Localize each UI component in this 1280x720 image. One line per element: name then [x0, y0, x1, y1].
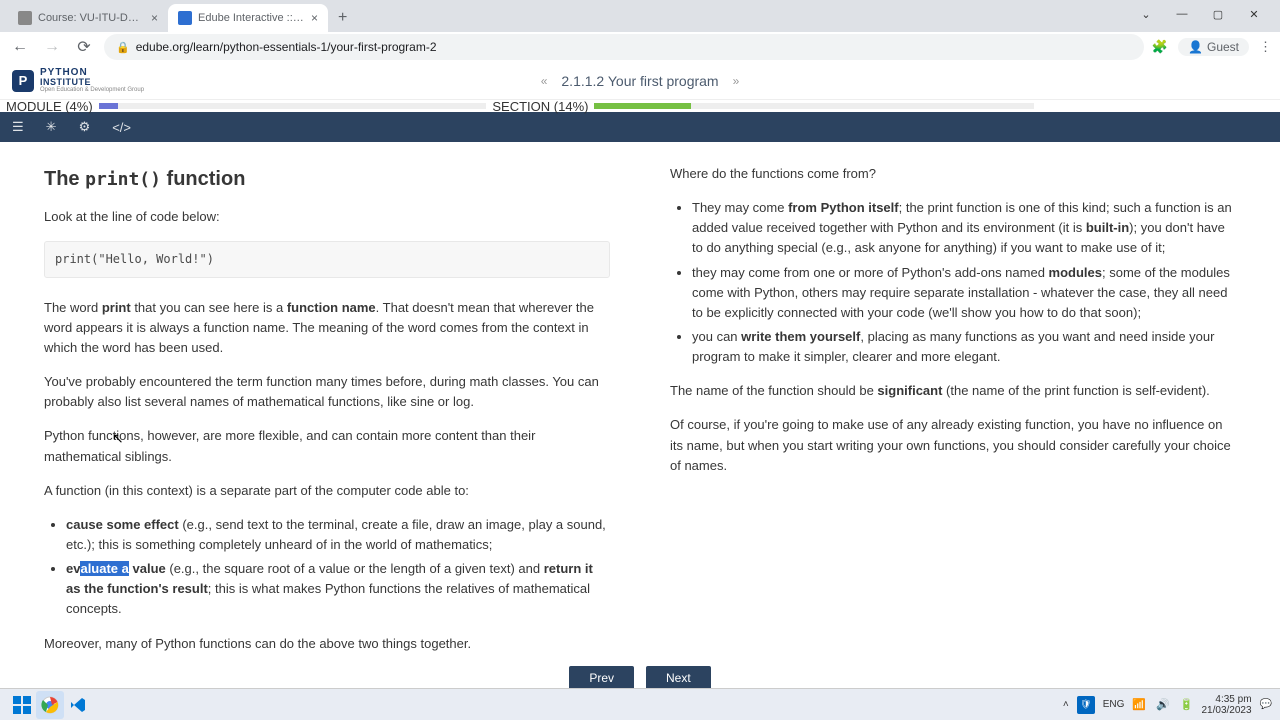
notifications-icon[interactable]: 💬	[1260, 699, 1272, 710]
url-text: edube.org/learn/python-essentials-1/your…	[136, 40, 437, 54]
menu-icon[interactable]: ⋮	[1259, 39, 1272, 55]
prev-button[interactable]: Prev	[569, 666, 634, 690]
code-icon[interactable]: </>	[112, 120, 131, 135]
next-button[interactable]: Next	[646, 666, 711, 690]
section-progress-track	[594, 103, 1034, 109]
reload-button[interactable]: ⟳	[72, 35, 96, 59]
next-lesson-icon[interactable]: »	[733, 74, 740, 88]
battery-icon[interactable]: 🔋	[1180, 698, 1194, 711]
tab-favicon	[18, 11, 32, 25]
progress-bars: MODULE (4%) SECTION (14%)	[0, 100, 1280, 112]
footer-nav: Prev Next	[0, 666, 1280, 690]
address-bar: ← → ⟳ 🔒 edube.org/learn/python-essential…	[0, 32, 1280, 62]
list-item: They may come from Python itself; the pr…	[692, 198, 1236, 258]
tab-title: Course: VU-ITU-DTC-PCAP-2023	[38, 12, 145, 24]
wifi-icon[interactable]: 📶	[1132, 698, 1146, 711]
chevron-down-icon[interactable]: ⌄	[1128, 0, 1164, 28]
logo-line3: Open Education & Development Group	[40, 87, 144, 93]
paragraph: You've probably encountered the term fun…	[44, 372, 610, 412]
date-text: 21/03/2023	[1201, 705, 1251, 716]
new-tab-button[interactable]: +	[328, 9, 357, 27]
logo-line2: INSTITUTE	[40, 78, 144, 87]
close-icon[interactable]: ×	[151, 11, 158, 25]
browser-tab-1[interactable]: Course: VU-ITU-DTC-PCAP-2023 ×	[8, 4, 168, 32]
back-button[interactable]: ←	[8, 35, 32, 59]
profile-label: Guest	[1207, 40, 1239, 54]
browser-tab-2[interactable]: Edube Interactive :: 2.1.1.2 Your fi ×	[168, 4, 328, 32]
windows-taskbar: ˄ 🛡 ENG 📶 🔊 🔋 4:35 pm 21/03/2023 💬	[0, 688, 1280, 720]
module-progress-track	[99, 103, 487, 109]
logo[interactable]: P PYTHON INSTITUTE Open Education & Deve…	[12, 68, 144, 93]
selected-text: aluate a	[80, 561, 128, 576]
chevron-up-icon[interactable]: ˄	[1063, 699, 1069, 710]
paragraph: The name of the function should be signi…	[670, 381, 1236, 401]
sources-list: They may come from Python itself; the pr…	[692, 198, 1236, 367]
paragraph: Moreover, many of Python functions can d…	[44, 634, 610, 654]
paragraph: Of course, if you're going to make use o…	[670, 415, 1236, 475]
page-header: P PYTHON INSTITUTE Open Education & Deve…	[0, 62, 1280, 100]
prev-lesson-icon[interactable]: «	[541, 74, 548, 88]
minimize-button[interactable]: —	[1164, 0, 1200, 28]
security-icon[interactable]: 🛡	[1077, 696, 1095, 714]
logo-badge: P	[12, 70, 34, 92]
lesson-title: 2.1.1.2 Your first program	[561, 73, 718, 89]
time-text: 4:35 pm	[1215, 694, 1251, 705]
volume-icon[interactable]: 🔊	[1156, 698, 1170, 711]
close-icon[interactable]: ×	[311, 11, 318, 25]
person-icon: 👤	[1188, 40, 1203, 54]
forward-button[interactable]: →	[40, 35, 64, 59]
question-text: Where do the functions come from?	[670, 164, 1236, 184]
lock-icon: 🔒	[116, 41, 130, 54]
start-button[interactable]	[8, 691, 36, 719]
list-item: cause some effect (e.g., send text to th…	[66, 515, 610, 555]
bug-icon[interactable]: ✳	[46, 119, 57, 135]
close-window-button[interactable]: ✕	[1236, 0, 1272, 28]
chrome-taskbar-icon[interactable]	[36, 691, 64, 719]
tab-favicon	[178, 11, 192, 25]
profile-chip[interactable]: 👤 Guest	[1178, 38, 1249, 56]
browser-chrome: Course: VU-ITU-DTC-PCAP-2023 × Edube Int…	[0, 0, 1280, 62]
paragraph: Python functions, however, are more flex…	[44, 426, 610, 466]
extensions-icon[interactable]: 🧩	[1152, 39, 1168, 55]
clock[interactable]: 4:35 pm 21/03/2023	[1201, 694, 1251, 716]
course-toolbar: ☰ ✳ ⚙ </>	[0, 112, 1280, 142]
left-column: The print() function Look at the line of…	[44, 164, 610, 680]
list-item: they may come from one or more of Python…	[692, 263, 1236, 323]
tab-title: Edube Interactive :: 2.1.1.2 Your fi	[198, 12, 305, 24]
maximize-button[interactable]: ▢	[1200, 0, 1236, 28]
lesson-nav: « 2.1.1.2 Your first program »	[541, 73, 740, 89]
page-title: The print() function	[44, 164, 610, 195]
capability-list: cause some effect (e.g., send text to th…	[66, 515, 610, 620]
module-progress-label: MODULE (4%)	[0, 99, 99, 114]
right-column: Where do the functions come from? They m…	[670, 164, 1236, 680]
list-item: you can write them yourself, placing as …	[692, 327, 1236, 367]
paragraph: The word print that you can see here is …	[44, 298, 610, 358]
list-item: evaluate a value (e.g., the square root …	[66, 559, 610, 619]
section-progress-label: SECTION (14%)	[486, 99, 594, 114]
tab-bar: Course: VU-ITU-DTC-PCAP-2023 × Edube Int…	[0, 0, 1280, 32]
intro-text: Look at the line of code below:	[44, 207, 610, 227]
code-example: print("Hello, World!")	[44, 241, 610, 278]
menu-icon[interactable]: ☰	[12, 119, 24, 135]
lesson-content: The print() function Look at the line of…	[0, 142, 1280, 702]
paragraph: A function (in this context) is a separa…	[44, 481, 610, 501]
url-field[interactable]: 🔒 edube.org/learn/python-essentials-1/yo…	[104, 34, 1144, 60]
address-bar-actions: 🧩 👤 Guest ⋮	[1152, 38, 1272, 56]
window-controls: ⌄ — ▢ ✕	[1128, 4, 1272, 32]
system-tray: ˄ 🛡 ENG 📶 🔊 🔋 4:35 pm 21/03/2023 💬	[1063, 694, 1272, 716]
gear-icon[interactable]: ⚙	[79, 119, 91, 135]
vscode-taskbar-icon[interactable]	[64, 691, 92, 719]
language-indicator[interactable]: ENG	[1103, 699, 1125, 710]
